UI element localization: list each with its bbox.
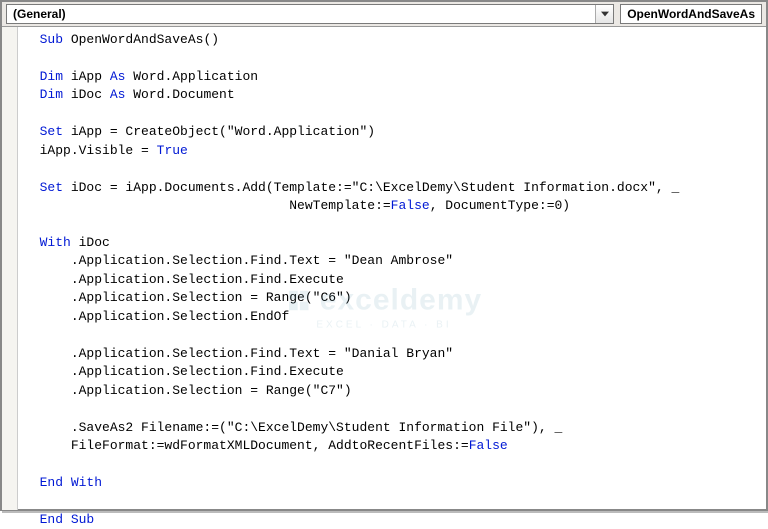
procedure-dropdown[interactable]: OpenWordAndSaveAs — [620, 4, 762, 24]
scope-value: (General) — [7, 5, 595, 23]
vbe-header: (General) OpenWordAndSaveAs — [2, 2, 766, 27]
procedure-value: OpenWordAndSaveAs — [621, 5, 761, 23]
editor-gutter — [2, 27, 18, 510]
code-content[interactable]: Sub OpenWordAndSaveAs() Dim iApp As Word… — [18, 27, 766, 510]
code-editor[interactable]: Sub OpenWordAndSaveAs() Dim iApp As Word… — [2, 27, 766, 510]
chevron-down-icon[interactable] — [595, 5, 613, 23]
scope-dropdown[interactable]: (General) — [6, 4, 614, 24]
